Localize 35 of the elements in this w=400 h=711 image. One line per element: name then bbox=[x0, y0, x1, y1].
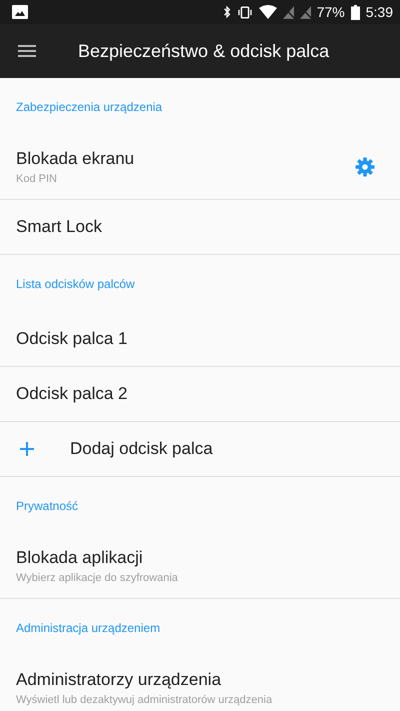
item-title: Administratorzy urządzenia bbox=[16, 670, 222, 690]
item-title: Smart Lock bbox=[16, 217, 103, 237]
no-sim-icon bbox=[282, 6, 294, 18]
image-icon bbox=[12, 5, 28, 19]
battery-icon bbox=[350, 4, 360, 20]
item-subtitle: Kod PIN bbox=[16, 173, 58, 185]
screen-title: Bezpieczeństwo & odcisk palca bbox=[78, 40, 330, 62]
section-header: Prywatność bbox=[15, 498, 80, 514]
battery-percentage: 77% bbox=[316, 4, 345, 20]
settings-item[interactable]: Administratorzy urządzenia Wyświetl lub dezaktywuj administratorów urządzenia bbox=[0, 656, 400, 711]
settings-item[interactable]: Blokada aplikacji Wybierz aplikacje do szyfrowania bbox=[0, 534, 400, 599]
item-title: Dodaj odcisk palca bbox=[70, 439, 214, 459]
item-title: Blokada aplikacji bbox=[16, 548, 144, 568]
clock: 5:39 bbox=[366, 4, 393, 20]
settings-button[interactable] bbox=[355, 157, 375, 177]
item-subtitle: Wyświetl lub dezaktywuj administratorów urządzenia bbox=[16, 694, 274, 706]
no-sim-icon bbox=[300, 6, 311, 18]
settings-icon bbox=[355, 157, 375, 177]
section-header: Lista odcisków palców bbox=[15, 276, 136, 292]
section-header: Zabezpieczenia urządzenia bbox=[15, 98, 164, 116]
item-title: Blokada ekranu bbox=[16, 149, 136, 169]
settings-item[interactable]: Odcisk palca 1 bbox=[0, 312, 400, 367]
bluetooth-icon bbox=[222, 5, 231, 19]
item-subtitle: Wybierz aplikacje do szyfrowania bbox=[16, 572, 179, 584]
item-title: Odcisk palca 2 bbox=[16, 384, 128, 404]
settings-item[interactable]: Odcisk palca 2 bbox=[0, 367, 400, 422]
settings-item[interactable]: Blokada ekranu Kod PIN bbox=[0, 135, 400, 200]
wifi-icon bbox=[258, 5, 277, 19]
menu-icon bbox=[18, 45, 36, 57]
item-title: Odcisk palca 1 bbox=[16, 329, 128, 349]
settings-item[interactable]: Smart Lock bbox=[0, 200, 400, 255]
settings-item[interactable]: Dodaj odcisk palca bbox=[0, 422, 400, 477]
vibrate-icon bbox=[236, 6, 253, 18]
plus-icon bbox=[20, 442, 34, 456]
section-header: Administracja urządzeniem bbox=[15, 620, 162, 636]
